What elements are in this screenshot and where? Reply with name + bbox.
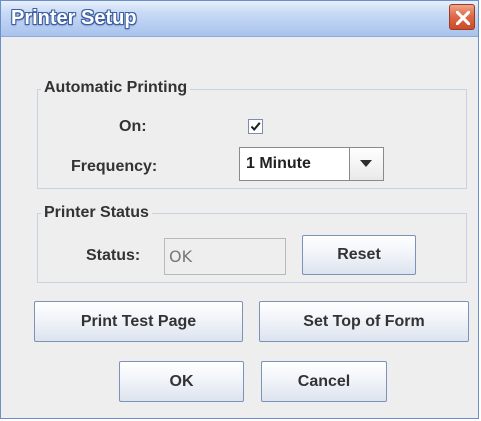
close-button[interactable] <box>449 4 475 30</box>
chevron-down-icon <box>360 160 372 167</box>
on-label: On: <box>119 118 147 135</box>
frequency-dropdown-button[interactable] <box>349 148 383 180</box>
set-top-of-form-label: Set Top of Form <box>303 313 425 330</box>
cancel-button[interactable]: Cancel <box>261 361 387 402</box>
print-test-page-button[interactable]: Print Test Page <box>34 301 243 342</box>
dialog-title: Printer Setup <box>11 7 137 29</box>
automatic-printing-title: Automatic Printing <box>41 79 191 97</box>
checkmark-icon <box>250 122 261 132</box>
print-test-page-label: Print Test Page <box>80 313 197 330</box>
automatic-printing-checkbox[interactable] <box>248 119 263 134</box>
ok-button-label: OK <box>169 373 194 390</box>
frequency-label: Frequency: <box>71 158 158 175</box>
printer-setup-dialog: Printer Setup Automatic Printing On: Fre… <box>0 0 479 419</box>
status-value: OK <box>169 247 193 266</box>
status-field[interactable]: OK <box>164 238 286 275</box>
status-label: Status: <box>86 247 141 264</box>
reset-button-label: Reset <box>337 246 381 263</box>
ok-button[interactable]: OK <box>119 361 244 402</box>
set-top-of-form-button[interactable]: Set Top of Form <box>259 301 469 342</box>
close-icon <box>456 11 470 25</box>
printer-status-title: Printer Status <box>41 204 152 222</box>
title-bar[interactable]: Printer Setup <box>1 1 478 37</box>
reset-button[interactable]: Reset <box>302 235 416 275</box>
cancel-button-label: Cancel <box>297 373 351 390</box>
frequency-dropdown[interactable]: 1 Minute <box>239 147 384 181</box>
frequency-selected-value: 1 Minute <box>246 155 311 172</box>
